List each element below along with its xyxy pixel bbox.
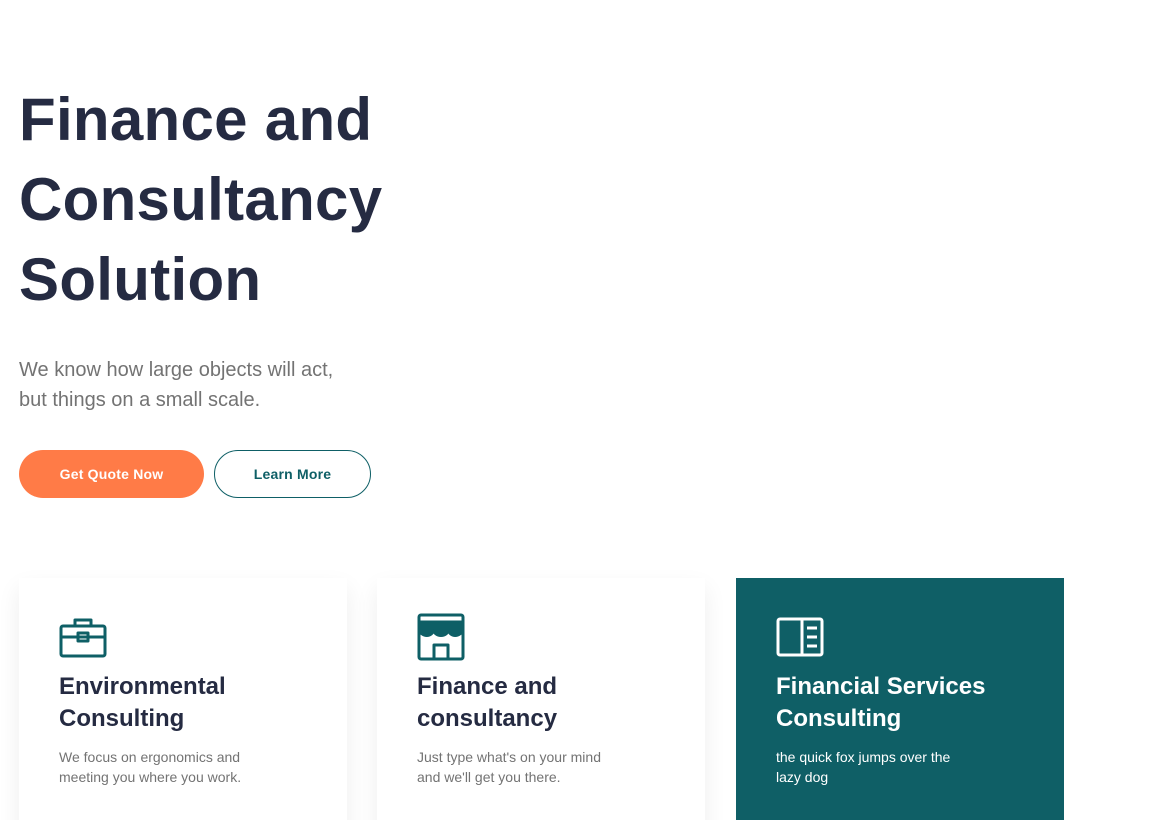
card-text-line: and we'll get you there.	[417, 769, 561, 785]
card-description: the quick fox jumps over the lazy dog	[776, 747, 1024, 787]
hero-title-line: Finance and	[19, 86, 373, 153]
card-title: Environmental Consulting	[59, 671, 307, 735]
card-description: Just type what's on your mind and we'll …	[417, 747, 665, 787]
service-card-environmental[interactable]: Environmental Consulting We focus on erg…	[19, 578, 347, 820]
service-card-financial-services[interactable]: Financial Services Consulting the quick …	[736, 578, 1064, 820]
card-title: Finance and consultancy	[417, 671, 665, 735]
hero-subtitle-line: but things on a small scale.	[19, 389, 261, 411]
service-card-finance[interactable]: Finance and consultancy Just type what's…	[377, 578, 705, 820]
card-title-line: Financial Services	[776, 673, 986, 700]
card-text-line: Just type what's on your mind	[417, 749, 601, 765]
hero-subtitle-line: We know how large objects will act,	[19, 359, 334, 381]
learn-more-button[interactable]: Learn More	[214, 450, 371, 498]
card-title-line: Consulting	[776, 705, 902, 732]
card-title-line: Environmental	[59, 673, 226, 700]
hero-title-line: Consultancy	[19, 166, 383, 233]
briefcase-icon	[59, 618, 107, 658]
hero-title-line: Solution	[19, 246, 262, 313]
card-description: We focus on ergonomics and meeting you w…	[59, 747, 307, 787]
card-title: Financial Services Consulting	[776, 671, 1024, 735]
card-text-line: meeting you where you work.	[59, 769, 242, 785]
get-quote-button[interactable]: Get Quote Now	[19, 450, 204, 498]
card-title-line: Consulting	[59, 705, 185, 732]
card-title-line: Finance and	[417, 673, 558, 700]
hero-subtitle: We know how large objects will act, but …	[19, 355, 439, 415]
card-text-line: We focus on ergonomics and	[59, 749, 241, 765]
card-title-line: consultancy	[417, 705, 558, 732]
landing-page: Finance and Consultancy Solution We know…	[0, 0, 1158, 820]
book-open-icon	[776, 617, 824, 657]
card-text-line: lazy dog	[776, 769, 829, 785]
storefront-icon	[417, 613, 465, 661]
hero-title: Finance and Consultancy Solution	[19, 80, 539, 320]
card-text-line: the quick fox jumps over the	[776, 749, 951, 765]
